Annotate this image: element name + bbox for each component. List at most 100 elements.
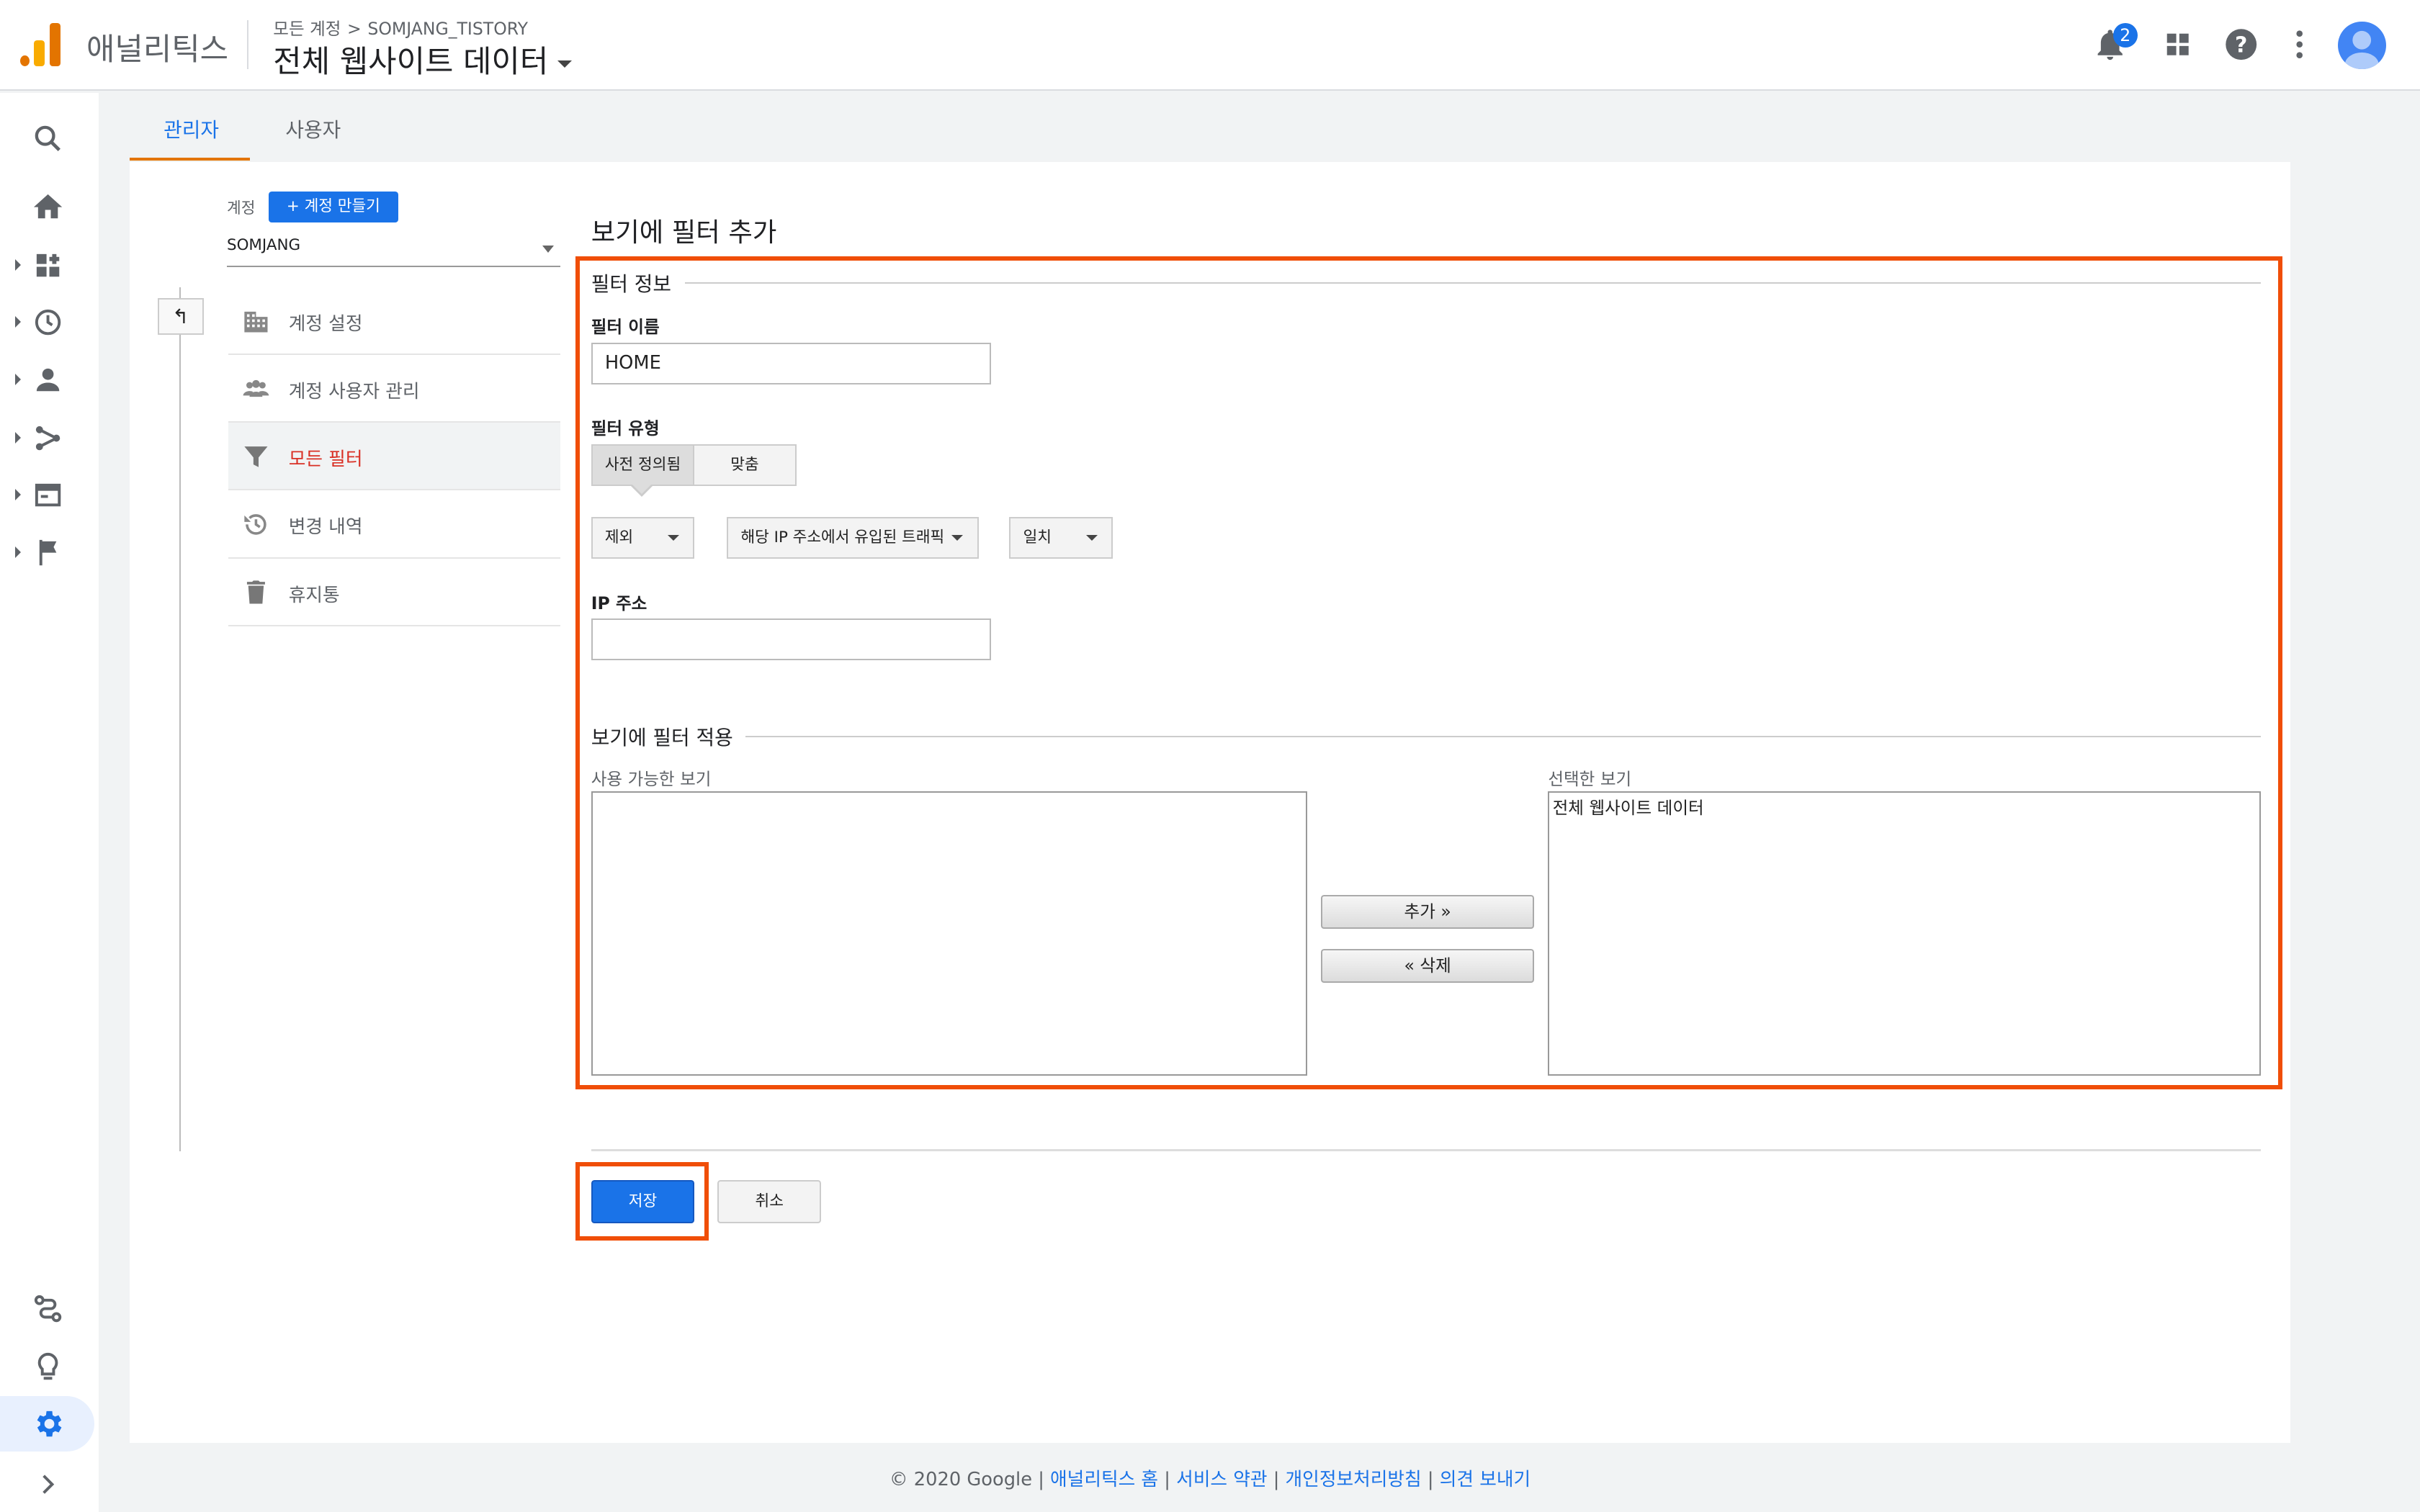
menu-label: 계정 사용자 관리 xyxy=(288,380,420,402)
notification-badge: 2 xyxy=(2112,23,2138,48)
analytics-logo[interactable] xyxy=(19,23,60,67)
dropdown-value: 제외 xyxy=(604,528,634,546)
cancel-button[interactable]: 취소 xyxy=(717,1180,821,1224)
attribution-icon[interactable] xyxy=(31,1292,65,1326)
footer-link-feedback[interactable]: 의견 보내기 xyxy=(1440,1469,1531,1490)
footer-separator: | xyxy=(1164,1468,1170,1490)
view-selector[interactable]: 전체 웹사이트 데이터 xyxy=(273,37,573,81)
top-bar: 애널리틱스 모든 계정 > SOMJANG_TISTORY 전체 웹사이트 데이터 … xyxy=(0,0,2420,91)
list-item[interactable]: 전체 웹사이트 데이터 xyxy=(1553,794,2257,819)
expand-arrow-icon[interactable] xyxy=(15,316,21,328)
create-account-button[interactable]: + 계정 만들기 xyxy=(268,191,398,222)
account-dropdown-value: SOMJANG xyxy=(227,235,301,254)
filter-type-label: 필터 유형 xyxy=(591,418,660,439)
section-apply-to-views: 보기에 필터 적용 xyxy=(591,725,733,750)
section-divider xyxy=(745,736,2262,738)
home-icon[interactable] xyxy=(31,190,65,224)
trash-icon xyxy=(241,577,272,608)
app-name: 애널리틱스 xyxy=(86,32,229,68)
segment-pointer xyxy=(631,482,653,494)
account-dropdown[interactable]: SOMJANG xyxy=(227,236,560,267)
header-divider xyxy=(246,19,248,70)
expand-arrow-icon[interactable] xyxy=(15,546,21,558)
menu-change-history[interactable]: 변경 내역 xyxy=(228,490,560,559)
people-icon xyxy=(241,374,272,405)
caret-down-icon xyxy=(557,60,573,68)
menu-label: 변경 내역 xyxy=(288,516,363,539)
save-button[interactable]: 저장 xyxy=(591,1180,695,1224)
help-icon[interactable]: ? xyxy=(2223,26,2259,63)
dropdown-value: 일치 xyxy=(1023,528,1052,546)
ip-address-input[interactable] xyxy=(591,618,991,661)
selected-views-label: 선택한 보기 xyxy=(1548,768,1632,789)
ip-address-label: IP 주소 xyxy=(591,593,647,613)
footer-separator: | xyxy=(1038,1468,1044,1490)
account-avatar[interactable] xyxy=(2338,22,2386,70)
lightbulb-icon[interactable] xyxy=(31,1350,65,1384)
remove-view-button[interactable]: « 삭제 xyxy=(1321,948,1535,984)
customization-icon[interactable] xyxy=(31,248,65,282)
available-views-label: 사용 가능한 보기 xyxy=(591,768,712,789)
expand-arrow-icon[interactable] xyxy=(15,489,21,501)
form-divider xyxy=(591,1149,2262,1151)
match-dropdown[interactable]: 일치 xyxy=(1009,516,1113,559)
caret-down-icon xyxy=(951,535,964,541)
menu-label: 계정 설정 xyxy=(288,312,363,335)
expand-arrow-icon[interactable] xyxy=(15,373,21,385)
acquisition-icon[interactable] xyxy=(31,421,65,455)
footer-link-analytics-home[interactable]: 애널리틱스 홈 xyxy=(1050,1469,1158,1490)
caret-down-icon xyxy=(542,245,555,253)
expand-arrow-icon[interactable] xyxy=(15,258,21,271)
menu-account-settings[interactable]: 계정 설정 xyxy=(228,287,560,355)
menu-label: 모든 필터 xyxy=(288,449,363,471)
filter-type-predefined[interactable]: 사전 정의됨 xyxy=(591,444,695,486)
svg-text:?: ? xyxy=(2235,33,2247,58)
audience-person-icon[interactable] xyxy=(31,363,65,397)
more-vert-icon[interactable] xyxy=(2281,26,2318,63)
filter-name-label: 필터 이름 xyxy=(591,317,660,337)
breadcrumb-account: SOMJANG_TISTORY xyxy=(367,19,529,40)
filter-name-input[interactable]: HOME xyxy=(591,342,991,384)
active-tab-underline xyxy=(130,157,251,161)
tab-admin[interactable]: 관리자 xyxy=(163,114,219,143)
add-view-button[interactable]: 추가 » xyxy=(1321,894,1535,930)
realtime-clock-icon[interactable] xyxy=(31,305,65,339)
footer-link-terms[interactable]: 서비스 약관 xyxy=(1176,1469,1267,1490)
left-nav xyxy=(0,92,99,1512)
available-views-list[interactable] xyxy=(591,791,1308,1076)
caret-down-icon xyxy=(668,535,679,541)
footer-link-privacy[interactable]: 개인정보처리방침 xyxy=(1286,1469,1422,1490)
page-title: 보기에 필터 추가 xyxy=(591,216,777,248)
building-icon xyxy=(241,305,272,336)
breadcrumb-separator: > xyxy=(347,19,362,40)
back-arrow-button[interactable]: ↰ xyxy=(157,297,204,335)
search-icon[interactable] xyxy=(31,122,65,156)
account-label: 계정 xyxy=(227,199,256,218)
settings-gear-icon[interactable] xyxy=(31,1407,65,1441)
apps-grid-icon[interactable] xyxy=(2159,26,2196,63)
menu-user-management[interactable]: 계정 사용자 관리 xyxy=(228,355,560,423)
tree-line xyxy=(179,287,181,1151)
caret-down-icon xyxy=(1085,535,1098,541)
exclude-dropdown[interactable]: 제외 xyxy=(591,516,695,559)
section-divider xyxy=(685,282,2262,284)
footer-separator: | xyxy=(1273,1468,1280,1490)
breadcrumb[interactable]: 모든 계정 > SOMJANG_TISTORY xyxy=(273,15,528,40)
traffic-source-dropdown[interactable]: 해당 IP 주소에서 유입된 트래픽 xyxy=(727,516,979,559)
section-filter-info: 필터 정보 xyxy=(591,271,672,296)
behavior-icon[interactable] xyxy=(31,478,65,512)
filter-icon xyxy=(241,441,272,472)
tab-user[interactable]: 사용자 xyxy=(285,114,341,143)
view-title: 전체 웹사이트 데이터 xyxy=(273,44,549,81)
expand-arrow-icon[interactable] xyxy=(15,432,21,444)
menu-all-filters[interactable]: 모든 필터 xyxy=(228,423,560,491)
copyright: © 2020 Google xyxy=(889,1468,1033,1490)
selected-views-list[interactable]: 전체 웹사이트 데이터 xyxy=(1548,791,2262,1076)
footer: © 2020 Google | 애널리틱스 홈 | 서비스 약관 | 개인정보처… xyxy=(0,1464,2420,1491)
filter-type-custom[interactable]: 맞춤 xyxy=(693,444,797,486)
menu-label: 휴지통 xyxy=(288,584,340,606)
conversions-flag-icon[interactable] xyxy=(31,536,65,570)
menu-trash[interactable]: 휴지통 xyxy=(228,559,560,626)
footer-separator: | xyxy=(1427,1468,1434,1490)
breadcrumb-parent: 모든 계정 xyxy=(273,19,341,40)
